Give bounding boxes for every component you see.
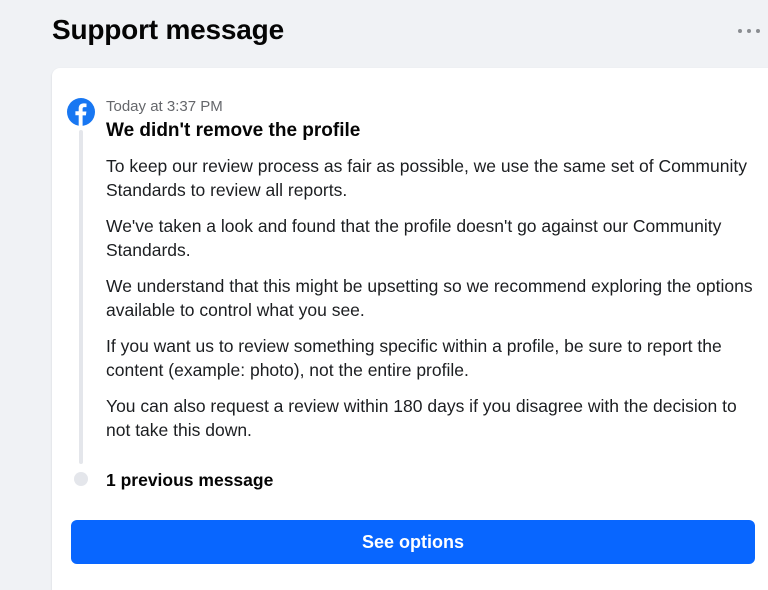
more-options-button[interactable] bbox=[738, 24, 760, 38]
message-paragraph: We've taken a look and found that the pr… bbox=[106, 216, 722, 260]
message-body: To keep our review process as fair as po… bbox=[106, 154, 756, 454]
more-horizontal-icon-dot bbox=[756, 29, 760, 33]
see-options-button[interactable]: See options bbox=[71, 520, 755, 564]
more-horizontal-icon bbox=[738, 29, 742, 33]
message-title: We didn't remove the profile bbox=[106, 120, 361, 141]
more-horizontal-icon-dot bbox=[747, 29, 751, 33]
page-title: Support message bbox=[52, 14, 284, 45]
message-paragraph: If you want us to review something speci… bbox=[106, 336, 722, 380]
message-paragraph: You can also request a review within 180… bbox=[106, 396, 737, 440]
message-paragraph: To keep our review process as fair as po… bbox=[106, 156, 747, 200]
support-message-page: Support message Today at 3:37 PM We didn… bbox=[0, 0, 768, 590]
timeline-dot bbox=[74, 472, 88, 486]
message-card: Today at 3:37 PM We didn't remove the pr… bbox=[52, 68, 768, 590]
message-paragraph: We understand that this might be upsetti… bbox=[106, 276, 753, 320]
previous-messages-link[interactable]: 1 previous message bbox=[106, 470, 273, 491]
timeline-connector bbox=[79, 130, 83, 464]
message-timestamp: Today at 3:37 PM bbox=[106, 98, 223, 115]
facebook-logo-icon bbox=[67, 98, 95, 126]
